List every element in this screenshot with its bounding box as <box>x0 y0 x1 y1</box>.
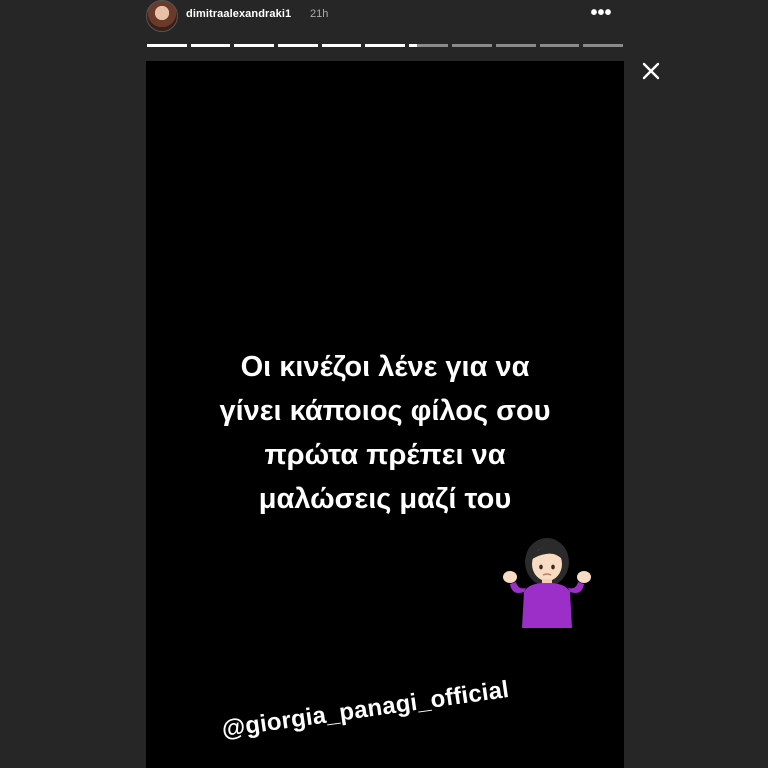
more-icon: ••• <box>590 2 612 24</box>
progress-fill <box>147 44 187 47</box>
progress-fill <box>234 44 274 47</box>
timestamp: 21h <box>310 8 329 20</box>
progress-segment <box>234 44 274 47</box>
progress-segment <box>365 44 405 47</box>
progress-segment <box>496 44 536 47</box>
progress-segment <box>190 44 231 47</box>
progress-segment <box>583 44 624 47</box>
progress-segment <box>147 44 187 47</box>
progress-segment <box>277 44 318 47</box>
progress-fill <box>365 44 405 47</box>
progress-segment <box>452 44 493 47</box>
mention-sticker[interactable]: @giorgia_panagi_official <box>220 676 511 744</box>
story-progress-bar <box>147 44 624 47</box>
progress-fill <box>190 44 231 47</box>
story-header: dimitraalexandraki1 21h ••• <box>146 0 626 40</box>
caption-line: πρώτα πρέπει να <box>264 439 506 471</box>
person-shrugging-emoji <box>503 538 591 628</box>
progress-segment <box>408 44 449 47</box>
username[interactable]: dimitraalexandraki1 <box>186 8 291 20</box>
close-icon <box>642 62 660 80</box>
story-caption: Οι κινέζοι λένε για να γίνει κάποιος φίλ… <box>146 345 624 521</box>
avatar[interactable] <box>146 0 178 32</box>
progress-fill <box>277 44 318 47</box>
close-button[interactable] <box>638 58 664 84</box>
more-options-button[interactable]: ••• <box>586 2 616 24</box>
progress-segment <box>539 44 580 47</box>
caption-line: μαλώσεις μαζί του <box>258 483 512 515</box>
progress-fill <box>321 44 362 47</box>
progress-segment <box>321 44 362 47</box>
caption-line: Οι κινέζοι λένε για να <box>240 351 530 383</box>
story-content[interactable]: Οι κινέζοι λένε για να γίνει κάποιος φίλ… <box>146 61 624 768</box>
progress-fill <box>408 44 417 47</box>
caption-line: γίνει κάποιος φίλος σου <box>219 395 551 427</box>
